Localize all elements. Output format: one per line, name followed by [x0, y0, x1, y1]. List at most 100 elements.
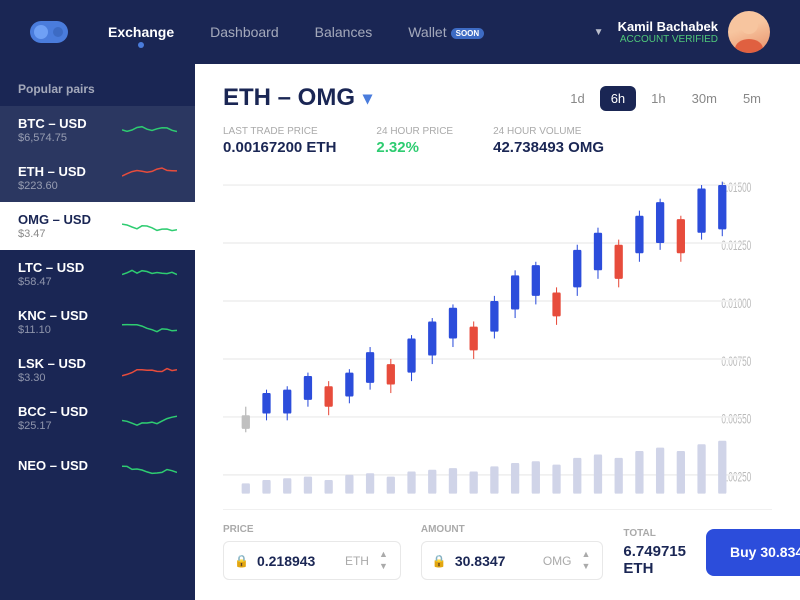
stat-value-0: 0.00167200 ETH	[223, 139, 336, 156]
buy-label: Buy 30.8347 OMG	[730, 544, 800, 560]
pair-price: $6,574.75	[18, 132, 87, 144]
amount-currency: OMG	[543, 554, 572, 568]
total-label: TOTAL	[623, 528, 686, 539]
svg-text:0.01000: 0.01000	[721, 297, 751, 312]
pair-item-bcc–usd[interactable]: BCC – USD$25.17	[0, 394, 195, 442]
pair-info: LSK – USD$3.30	[18, 356, 86, 384]
price-currency: ETH	[345, 554, 369, 568]
pair-item-ltc–usd[interactable]: LTC – USD$58.47	[0, 250, 195, 298]
pair-info: BCC – USD$25.17	[18, 404, 88, 432]
timeframe-btn-1h[interactable]: 1h	[640, 86, 676, 111]
amount-input[interactable]	[455, 553, 535, 569]
timeframes: 1d6h1h30m5m	[559, 86, 772, 111]
stat-24h-volume: 24 hour volume 42.738493 OMG	[493, 126, 604, 156]
price-input-wrap: 🔒 ETH ▲ ▼	[223, 541, 401, 580]
price-down-btn[interactable]: ▼	[377, 561, 390, 572]
candlestick-chart: 0.01500 0.01250 0.01000 0.00750 0.00550 …	[223, 168, 772, 509]
nav-badge: SOON	[451, 28, 485, 39]
timeframe-btn-5m[interactable]: 5m	[732, 86, 772, 111]
stat-label-2: 24 hour volume	[493, 126, 604, 137]
price-lock-icon: 🔒	[234, 554, 249, 568]
amount-down-btn[interactable]: ▼	[580, 561, 593, 572]
pair-name: LTC – USD	[18, 260, 84, 275]
stats-row: Last trade price 0.00167200 ETH 24 hour …	[223, 126, 772, 156]
pair-item-omg–usd[interactable]: OMG – USD$3.47	[0, 202, 195, 250]
total-section: TOTAL 6.749715 ETH	[623, 528, 686, 577]
mini-chart	[122, 164, 177, 192]
pair-price: $25.17	[18, 420, 88, 432]
user-name: Kamil Bachabek	[618, 19, 718, 34]
pair-item-btc–usd[interactable]: BTC – USD$6,574.75	[0, 106, 195, 154]
pair-name: ETH – OMG	[223, 84, 355, 112]
header: Exchange Dashboard Balances WalletSOON ▼ Ka…	[0, 0, 800, 64]
pair-name: ETH – USD	[18, 164, 86, 179]
header-right: ▼ Kamil Bachabek ACCOUNT VERIFIED	[594, 11, 770, 53]
amount-input-wrap: 🔒 OMG ▲ ▼	[421, 541, 604, 580]
dropdown-icon[interactable]: ▼	[594, 27, 604, 38]
logo-icon	[30, 21, 68, 43]
pair-price: $58.47	[18, 276, 84, 288]
mini-chart	[122, 404, 177, 432]
nav-item-dashboard[interactable]: Dashboard	[210, 20, 279, 44]
avatar-img	[728, 11, 770, 53]
timeframe-btn-6h[interactable]: 6h	[600, 86, 636, 111]
sidebar-title: Popular pairs	[0, 64, 195, 106]
timeframe-btn-30m[interactable]: 30m	[681, 86, 728, 111]
chart-svg: 0.01500 0.01250 0.01000 0.00750 0.00550 …	[223, 168, 772, 509]
pair-name: BCC – USD	[18, 404, 88, 419]
app: Exchange Dashboard Balances WalletSOON ▼ Ka…	[0, 0, 800, 600]
stat-24h-price: 24 hour price 2.32%	[376, 126, 453, 156]
avatar[interactable]	[728, 11, 770, 53]
main: Popular pairs BTC – USD$6,574.75 ETH – US…	[0, 64, 800, 600]
price-label: PRICE	[223, 524, 401, 535]
user-info: Kamil Bachabek ACCOUNT VERIFIED	[618, 19, 718, 45]
stat-last-trade: Last trade price 0.00167200 ETH	[223, 126, 336, 156]
price-input[interactable]	[257, 553, 337, 569]
pair-price: $11.10	[18, 324, 88, 336]
amount-label: AMOUNT	[421, 524, 604, 535]
buy-button[interactable]: Buy 30.8347 OMG →	[706, 529, 800, 576]
mini-chart	[122, 260, 177, 288]
pair-info: KNC – USD$11.10	[18, 308, 88, 336]
mini-chart	[122, 212, 177, 240]
timeframe-btn-1d[interactable]: 1d	[559, 86, 595, 111]
pair-info: OMG – USD$3.47	[18, 212, 91, 240]
order-form: PRICE 🔒 ETH ▲ ▼ AMOUNT 🔒	[223, 509, 772, 580]
price-field: PRICE 🔒 ETH ▲ ▼	[223, 524, 401, 580]
chart-area: ETH – OMG ▾ 1d6h1h30m5m Last trade price…	[195, 64, 800, 600]
pair-price: $223.60	[18, 180, 86, 192]
nav-item-exchange[interactable]: Exchange	[108, 20, 174, 44]
pair-item-knc–usd[interactable]: KNC – USD$11.10	[0, 298, 195, 346]
pair-item-lsk–usd[interactable]: LSK – USD$3.30	[0, 346, 195, 394]
mini-chart	[122, 308, 177, 336]
mini-chart	[122, 116, 177, 144]
pair-price: $3.30	[18, 372, 86, 384]
pair-dropdown-icon[interactable]: ▾	[363, 88, 372, 109]
amount-lock-icon: 🔒	[432, 554, 447, 568]
pair-price: $3.47	[18, 228, 91, 240]
user-status: ACCOUNT VERIFIED	[618, 34, 718, 45]
price-stepper[interactable]: ▲ ▼	[377, 549, 390, 572]
pair-title: ETH – OMG ▾	[223, 84, 372, 112]
svg-text:0.00550: 0.00550	[721, 413, 751, 428]
amount-stepper[interactable]: ▲ ▼	[580, 549, 593, 572]
pair-info: NEO – USD	[18, 458, 88, 474]
price-up-btn[interactable]: ▲	[377, 549, 390, 560]
mini-chart	[122, 356, 177, 384]
total-value: 6.749715 ETH	[623, 543, 686, 577]
sidebar: Popular pairs BTC – USD$6,574.75 ETH – US…	[0, 64, 195, 600]
nav-item-balances[interactable]: Balances	[315, 20, 373, 44]
pair-name: LSK – USD	[18, 356, 86, 371]
logo	[30, 21, 68, 43]
pair-item-neo–usd[interactable]: NEO – USD	[0, 442, 195, 490]
pair-info: ETH – USD$223.60	[18, 164, 86, 192]
stat-value-2: 42.738493 OMG	[493, 139, 604, 156]
nav: Exchange Dashboard Balances WalletSOON	[108, 20, 594, 44]
pair-name: NEO – USD	[18, 458, 88, 473]
pair-info: LTC – USD$58.47	[18, 260, 84, 288]
nav-item-wallet[interactable]: WalletSOON	[408, 20, 484, 44]
amount-up-btn[interactable]: ▲	[580, 549, 593, 560]
pair-item-eth–usd[interactable]: ETH – USD$223.60	[0, 154, 195, 202]
mini-chart	[122, 452, 177, 480]
pair-name: OMG – USD	[18, 212, 91, 227]
